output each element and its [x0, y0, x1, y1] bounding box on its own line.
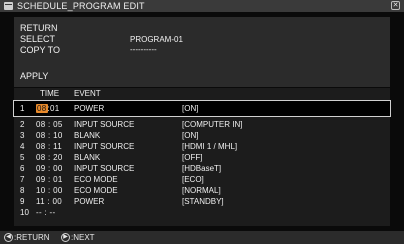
table-row[interactable]: 3 08 : 10 BLANK [ON]: [14, 130, 390, 141]
copy-to-label[interactable]: COPY TO: [20, 45, 60, 55]
row-value[interactable]: [HDBaseT]: [182, 164, 221, 173]
row-event[interactable]: BLANK: [74, 153, 100, 162]
table-row[interactable]: 10 -- : --: [14, 207, 390, 218]
event-column-header: EVENT: [74, 89, 101, 98]
row-event[interactable]: INPUT SOURCE: [74, 164, 134, 173]
table-row[interactable]: 8 10 : 00 ECO MODE [NORMAL]: [14, 185, 390, 196]
row-number: 2: [20, 120, 25, 129]
row-number: 8: [20, 186, 25, 195]
apply-option[interactable]: APPLY: [20, 71, 48, 81]
select-label[interactable]: SELECT: [20, 34, 55, 44]
next-hint-label: :NEXT: [71, 233, 95, 242]
menu-icon: [4, 2, 13, 10]
row-event[interactable]: ECO MODE: [74, 186, 118, 195]
row-value[interactable]: [OFF]: [182, 153, 202, 162]
row-event[interactable]: INPUT SOURCE: [74, 120, 134, 129]
row-time[interactable]: 10 : 00: [36, 186, 63, 195]
close-icon[interactable]: ✕: [391, 1, 400, 10]
row-event[interactable]: POWER: [74, 104, 104, 113]
row-time[interactable]: 09 : 01: [36, 175, 63, 184]
table-body: 1 08:01 POWER [ON] 2 08 : 05 INPUT SOURC…: [13, 99, 391, 218]
row-number: 10: [20, 208, 29, 217]
table-row[interactable]: 9 11 : 00 POWER [STANDBY]: [14, 196, 390, 207]
table-row[interactable]: 1 08:01 POWER [ON]: [13, 100, 391, 117]
row-number: 7: [20, 175, 25, 184]
row-value[interactable]: [NORMAL]: [182, 186, 221, 195]
row-value[interactable]: [ON]: [182, 131, 198, 140]
row-value[interactable]: [ECO]: [182, 175, 204, 184]
row-time[interactable]: 08 : 20: [36, 153, 63, 162]
table-row[interactable]: 2 08 : 05 INPUT SOURCE [COMPUTER IN]: [14, 119, 390, 130]
copy-to-value[interactable]: ----------: [130, 45, 157, 54]
key-guide-bar: ◀ :RETURN ▶ :NEXT: [0, 231, 404, 244]
time-column-header: TIME: [40, 89, 60, 98]
row-number: 3: [20, 131, 25, 140]
return-hint-label: :RETURN: [14, 233, 50, 242]
row-time[interactable]: 08:01: [36, 104, 60, 113]
program-options-panel: RETURN SELECT PROGRAM-01 COPY TO -------…: [14, 17, 390, 87]
row-value[interactable]: [ON]: [182, 104, 198, 113]
title-bar: SCHEDULE_PROGRAM EDIT ✕: [0, 0, 404, 12]
table-row[interactable]: 5 08 : 20 BLANK [OFF]: [14, 152, 390, 163]
row-event[interactable]: INPUT SOURCE: [74, 142, 134, 151]
row-time[interactable]: 08 : 11: [36, 142, 62, 151]
select-value[interactable]: PROGRAM-01: [130, 35, 183, 44]
window-title: SCHEDULE_PROGRAM EDIT: [17, 1, 145, 11]
row-value[interactable]: [STANDBY]: [182, 197, 224, 206]
row-number: 6: [20, 164, 25, 173]
table-row[interactable]: 7 09 : 01 ECO MODE [ECO]: [14, 174, 390, 185]
hour-field-selected[interactable]: 08: [36, 104, 48, 113]
row-event[interactable]: ECO MODE: [74, 175, 118, 184]
row-number: 1: [20, 104, 25, 113]
minute-field[interactable]: :01: [48, 104, 60, 113]
table-row[interactable]: 4 08 : 11 INPUT SOURCE [HDMI 1 / MHL]: [14, 141, 390, 152]
next-hint[interactable]: ▶ :NEXT: [61, 233, 95, 242]
row-value[interactable]: [HDMI 1 / MHL]: [182, 142, 237, 151]
row-event[interactable]: BLANK: [74, 131, 100, 140]
return-option[interactable]: RETURN: [20, 23, 58, 33]
row-time[interactable]: 08 : 10: [36, 131, 63, 140]
table-header: TIME EVENT: [14, 88, 390, 99]
schedule-program-edit-screen: SCHEDULE_PROGRAM EDIT ✕ RETURN SELECT PR…: [0, 0, 404, 244]
row-time[interactable]: -- : --: [36, 208, 55, 217]
row-time[interactable]: 08 : 05: [36, 120, 63, 129]
row-number: 9: [20, 197, 25, 206]
right-arrow-key-icon: ▶: [61, 233, 70, 242]
return-hint[interactable]: ◀ :RETURN: [4, 233, 50, 242]
row-time[interactable]: 09 : 00: [36, 164, 63, 173]
row-time[interactable]: 11 : 00: [36, 197, 62, 206]
schedule-table: TIME EVENT 1 08:01 POWER [ON] 2 08 : 05 …: [13, 88, 391, 226]
table-row[interactable]: 6 09 : 00 INPUT SOURCE [HDBaseT]: [14, 163, 390, 174]
row-event[interactable]: POWER: [74, 197, 104, 206]
row-number: 4: [20, 142, 25, 151]
row-value[interactable]: [COMPUTER IN]: [182, 120, 242, 129]
left-arrow-key-icon: ◀: [4, 233, 13, 242]
row-number: 5: [20, 153, 25, 162]
